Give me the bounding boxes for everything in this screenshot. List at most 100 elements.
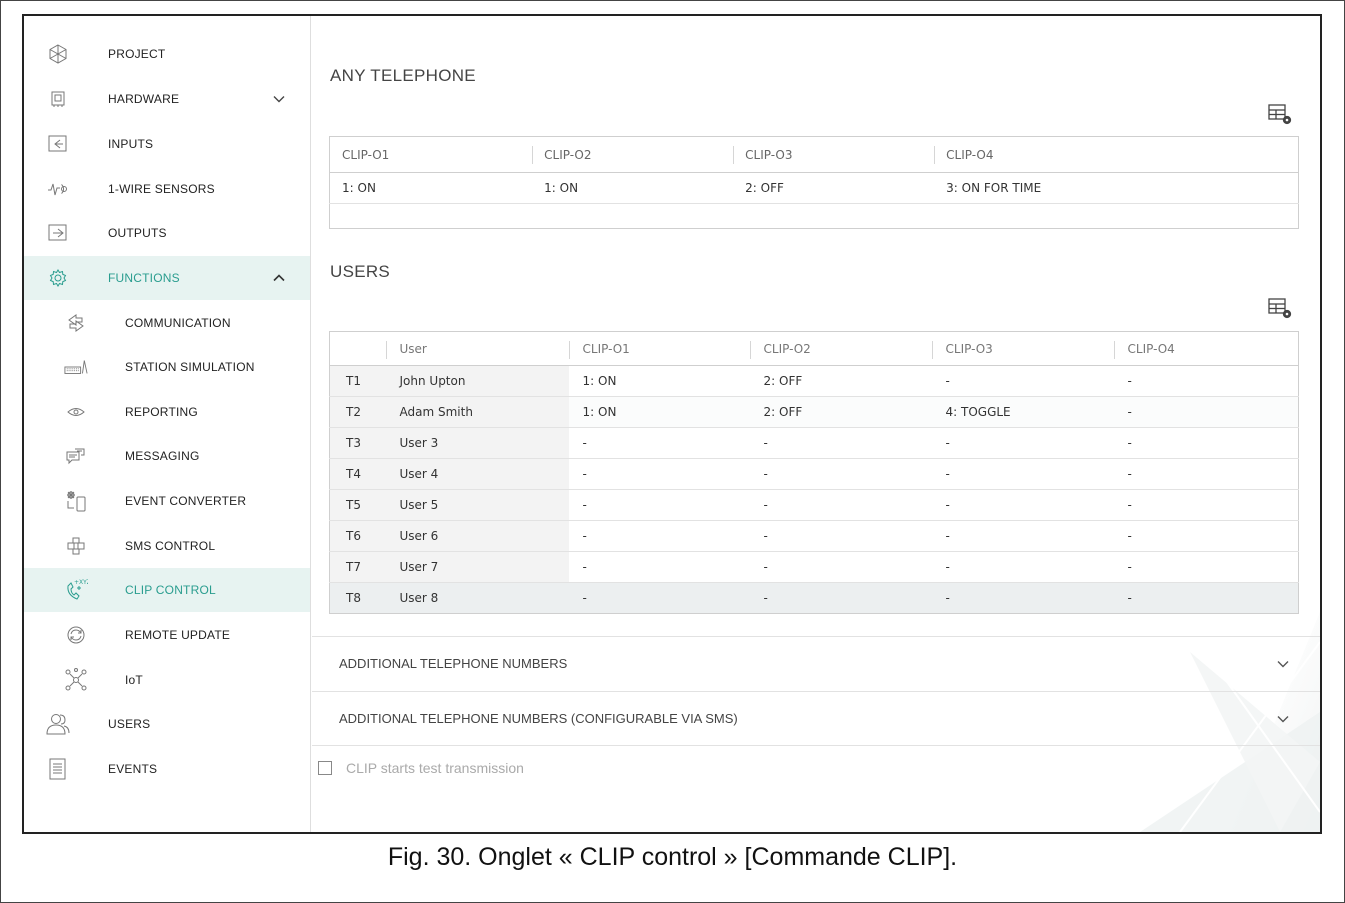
table-row[interactable]: T8 User 8 - - - -: [329, 582, 1299, 614]
table-settings-icon[interactable]: [1268, 104, 1294, 126]
column-header[interactable]: CLIP-O1: [329, 136, 533, 173]
table-cell[interactable]: -: [1113, 551, 1299, 583]
table-cell[interactable]: -: [1113, 520, 1299, 552]
table-row[interactable]: T2 Adam Smith 1: ON 2: OFF 4: TOGGLE -: [329, 396, 1299, 428]
chevron-down-icon[interactable]: [272, 92, 286, 106]
table-cell[interactable]: 2: OFF: [749, 365, 932, 397]
sidebar-item-clip-control[interactable]: +XYZ CLIP CONTROL: [24, 568, 310, 612]
sidebar-item-messaging[interactable]: MESSAGING: [24, 434, 310, 478]
table-cell[interactable]: -: [931, 520, 1114, 552]
column-header[interactable]: User: [385, 331, 569, 366]
table-cell[interactable]: -: [1113, 489, 1299, 521]
table-cell[interactable]: -: [1113, 396, 1299, 428]
sidebar-item-label: FUNCTIONS: [108, 271, 180, 285]
user-name-cell[interactable]: User 4: [385, 458, 569, 490]
table-row[interactable]: T4 User 4 - - - -: [329, 458, 1299, 490]
sidebar-item-users[interactable]: USERS: [24, 702, 310, 746]
table-cell[interactable]: -: [568, 520, 750, 552]
sidebar-item-station-simulation[interactable]: STATION SIMULATION: [24, 345, 310, 389]
sidebar-item-hardware[interactable]: HARDWARE: [24, 77, 310, 121]
table-cell[interactable]: 1: ON: [568, 396, 750, 428]
table-row[interactable]: T6 User 6 - - - -: [329, 520, 1299, 552]
user-name-cell[interactable]: User 6: [385, 520, 569, 552]
user-name-cell[interactable]: User 8: [385, 582, 569, 614]
user-id-cell: T2: [329, 396, 386, 428]
table-cell[interactable]: -: [1113, 427, 1299, 459]
user-name-cell[interactable]: User 5: [385, 489, 569, 521]
sidebar-item-event-converter[interactable]: EVENT CONVERTER: [24, 479, 310, 523]
table-cell[interactable]: 2: OFF: [749, 396, 932, 428]
sidebar-item-communication[interactable]: COMMUNICATION: [24, 301, 310, 345]
sidebar-item-remote-update[interactable]: REMOTE UPDATE: [24, 613, 310, 657]
sidebar-item-functions[interactable]: FUNCTIONS: [24, 256, 310, 300]
user-name-cell[interactable]: Adam Smith: [385, 396, 569, 428]
table-cell[interactable]: -: [568, 582, 750, 614]
chevron-up-icon[interactable]: [272, 271, 286, 285]
clip-icon: +XYZ: [64, 578, 88, 602]
accordion-additional-telephone-numbers-sms[interactable]: ADDITIONAL TELEPHONE NUMBERS (CONFIGURAB…: [312, 691, 1320, 745]
table-cell[interactable]: -: [749, 458, 932, 490]
column-header[interactable]: CLIP-O3: [931, 331, 1114, 366]
table-row[interactable]: T3 User 3 - - - -: [329, 427, 1299, 459]
column-header[interactable]: CLIP-O2: [749, 331, 932, 366]
table-cell[interactable]: -: [931, 427, 1114, 459]
column-header[interactable]: CLIP-O4: [1113, 331, 1299, 366]
table-cell[interactable]: -: [931, 551, 1114, 583]
table-cell[interactable]: 4: TOGGLE: [931, 396, 1114, 428]
table-cell[interactable]: 1: ON: [568, 365, 750, 397]
clip-test-transmission-checkbox[interactable]: [318, 761, 332, 775]
table-cell[interactable]: -: [749, 520, 932, 552]
sidebar-item-outputs[interactable]: OUTPUTS: [24, 211, 310, 255]
communication-icon: [64, 311, 88, 335]
sidebar-item-sms-control[interactable]: SMS CONTROL: [24, 524, 310, 568]
table-cell[interactable]: -: [931, 458, 1114, 490]
table-row[interactable]: T5 User 5 - - - -: [329, 489, 1299, 521]
table-cell[interactable]: -: [1113, 365, 1299, 397]
table-row[interactable]: 1: ON 1: ON 2: OFF 3: ON FOR TIME: [329, 172, 1299, 204]
table-row[interactable]: T7 User 7 - - - -: [329, 551, 1299, 583]
sidebar-item-project[interactable]: PROJECT: [24, 32, 310, 76]
user-name-cell[interactable]: John Upton: [385, 365, 569, 397]
accordion-additional-telephone-numbers[interactable]: ADDITIONAL TELEPHONE NUMBERS: [312, 636, 1320, 690]
table-cell[interactable]: -: [931, 365, 1114, 397]
chevron-down-icon[interactable]: [1276, 657, 1290, 671]
user-name-cell[interactable]: User 7: [385, 551, 569, 583]
table-cell[interactable]: -: [749, 489, 932, 521]
table-row[interactable]: T1 John Upton 1: ON 2: OFF - -: [329, 365, 1299, 397]
table-cell[interactable]: -: [1113, 458, 1299, 490]
table-settings-icon[interactable]: [1268, 298, 1294, 320]
table-cell[interactable]: -: [568, 489, 750, 521]
table-cell[interactable]: -: [568, 458, 750, 490]
table-cell[interactable]: -: [749, 427, 932, 459]
sidebar-item-events[interactable]: EVENTS: [24, 747, 310, 791]
column-header[interactable]: CLIP-O2: [532, 136, 734, 173]
column-header[interactable]: CLIP-O3: [733, 136, 935, 173]
sidebar-item-reporting[interactable]: REPORTING: [24, 390, 310, 434]
event-converter-icon: [64, 489, 88, 513]
sidebar-item-label: SMS CONTROL: [125, 539, 216, 553]
user-id-cell: T8: [329, 582, 386, 614]
column-header[interactable]: CLIP-O1: [568, 331, 750, 366]
clip-test-transmission-option: CLIP starts test transmission: [318, 758, 524, 778]
sidebar-item-1-wire-sensors[interactable]: 1-WIRE SENSORS: [24, 167, 310, 211]
table-cell[interactable]: -: [931, 489, 1114, 521]
table-cell[interactable]: -: [568, 551, 750, 583]
table-row-empty: [330, 204, 1299, 229]
sidebar-item-iot[interactable]: IoT: [24, 658, 310, 702]
table-cell[interactable]: -: [749, 551, 932, 583]
sidebar-item-label: PROJECT: [108, 47, 166, 61]
gear-icon: [46, 266, 70, 290]
message-icon: [64, 444, 88, 468]
chevron-down-icon[interactable]: [1276, 712, 1290, 726]
table-cell[interactable]: 1: ON: [532, 172, 734, 204]
table-cell[interactable]: 3: ON FOR TIME: [934, 172, 1299, 204]
table-cell[interactable]: 1: ON: [329, 172, 533, 204]
table-cell[interactable]: -: [568, 427, 750, 459]
user-name-cell[interactable]: User 3: [385, 427, 569, 459]
table-cell[interactable]: -: [931, 582, 1114, 614]
table-cell[interactable]: -: [749, 582, 932, 614]
sidebar-item-inputs[interactable]: INPUTS: [24, 122, 310, 166]
table-cell[interactable]: -: [1113, 582, 1299, 614]
table-cell[interactable]: 2: OFF: [733, 172, 935, 204]
column-header[interactable]: CLIP-O4: [934, 136, 1299, 173]
